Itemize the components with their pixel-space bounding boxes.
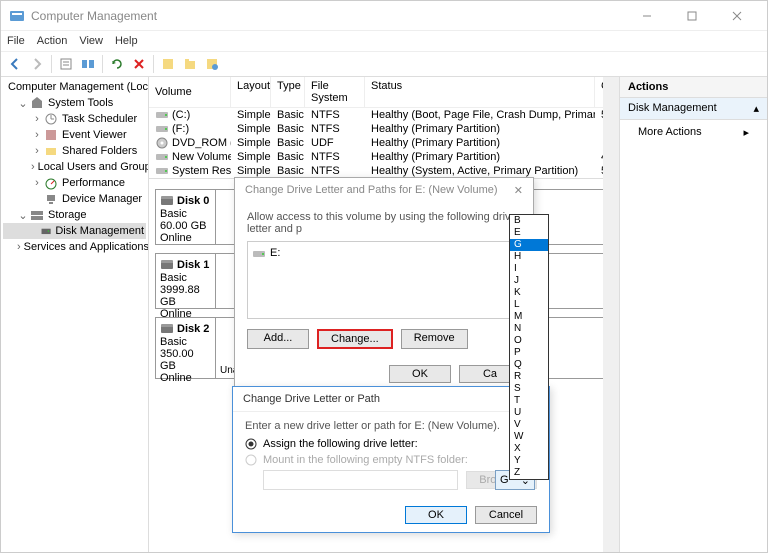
dialog2-cancel-button[interactable]: Cancel (475, 506, 537, 524)
dropdown-option[interactable]: N (510, 323, 548, 335)
drive-list[interactable]: E: (247, 241, 521, 319)
dropdown-option[interactable]: V (510, 419, 548, 431)
arrow-right-icon: ▸ (743, 126, 749, 139)
tree-diskmgmt[interactable]: Disk Management (3, 223, 146, 239)
disk-badge-icon (160, 194, 174, 208)
collapse-icon: ▴ (753, 102, 759, 115)
menu-help[interactable]: Help (115, 35, 138, 47)
dropdown-option[interactable]: Q (510, 359, 548, 371)
dropdown-option[interactable]: R (510, 371, 548, 383)
maximize-button[interactable] (669, 2, 714, 30)
dropdown-option[interactable]: P (510, 347, 548, 359)
actions-more[interactable]: More Actions▸ (620, 120, 767, 145)
forward-button[interactable] (27, 54, 47, 74)
actions-pane: Actions Disk Management▴ More Actions▸ (619, 77, 767, 552)
tree-storage[interactable]: ⌄Storage (3, 207, 146, 223)
back-button[interactable] (5, 54, 25, 74)
dropdown-option[interactable]: B (510, 215, 548, 227)
radio-unchecked-icon (245, 454, 257, 466)
volume-table: Volume Layout Type File System Status C … (149, 77, 619, 179)
volume-row[interactable]: New Volume (E:)SimpleBasicNTFSHealthy (P… (149, 150, 619, 164)
minimize-button[interactable] (624, 2, 669, 30)
scrollbar[interactable] (603, 77, 619, 552)
change-paths-dialog: Change Drive Letter and Paths for E: (Ne… (234, 177, 534, 392)
radio-mount-folder[interactable]: Mount in the following empty NTFS folder… (245, 454, 537, 466)
col-type[interactable]: Type (271, 77, 305, 107)
tree-users[interactable]: ›Local Users and Groups (3, 159, 146, 175)
dialog1-title: Change Drive Letter and Paths for E: (Ne… (235, 178, 533, 203)
titlebar: Computer Management (1, 1, 767, 31)
dropdown-option[interactable]: W (510, 431, 548, 443)
dialog1-text: Allow access to this volume by using the… (247, 211, 521, 235)
actions-header: Actions (620, 77, 767, 98)
delete-icon[interactable] (129, 54, 149, 74)
dropdown-option[interactable]: G (510, 239, 548, 251)
show-hide-icon[interactable] (78, 54, 98, 74)
dialog1-ok-button[interactable]: OK (389, 365, 451, 383)
dropdown-option[interactable]: J (510, 275, 548, 287)
volume-header: Volume Layout Type File System Status C (149, 77, 619, 108)
close-button[interactable] (714, 2, 759, 30)
volume-row[interactable]: DVD_ROM (D:)SimpleBasicUDFHealthy (Prima… (149, 136, 619, 150)
dialog2-ok-button[interactable]: OK (405, 506, 467, 524)
tree-task[interactable]: ›Task Scheduler (3, 111, 146, 127)
dropdown-option[interactable]: E (510, 227, 548, 239)
radio-assign-letter[interactable]: Assign the following drive letter: (245, 438, 537, 450)
dropdown-option[interactable]: Y (510, 455, 548, 467)
tool-icon-3[interactable] (202, 54, 222, 74)
col-filesystem[interactable]: File System (305, 77, 365, 107)
dropdown-option[interactable]: I (510, 263, 548, 275)
dropdown-option[interactable]: T (510, 395, 548, 407)
tool-icon-1[interactable] (158, 54, 178, 74)
dropdown-option[interactable]: M (510, 311, 548, 323)
menu-action[interactable]: Action (37, 35, 68, 47)
dropdown-option[interactable]: K (510, 287, 548, 299)
volume-row[interactable]: System ReservedSimpleBasicNTFSHealthy (S… (149, 164, 619, 178)
window-title: Computer Management (31, 9, 624, 23)
dialog1-close-icon[interactable]: ✕ (514, 184, 523, 197)
drive-icon (252, 246, 266, 260)
dropdown-option[interactable]: L (510, 299, 548, 311)
tree-services[interactable]: ›Services and Applications (3, 239, 146, 255)
volume-row[interactable]: (F:)SimpleBasicNTFSHealthy (Primary Part… (149, 122, 619, 136)
col-volume[interactable]: Volume (149, 77, 231, 107)
change-button[interactable]: Change... (317, 329, 393, 349)
change-letter-dialog: Change Drive Letter or Path Enter a new … (232, 386, 550, 533)
refresh-icon[interactable] (107, 54, 127, 74)
app-icon (9, 8, 25, 24)
menu-file[interactable]: File (7, 35, 25, 47)
disk-badge-icon (160, 322, 174, 336)
remove-button[interactable]: Remove (401, 329, 468, 349)
tree-perf[interactable]: ›Performance (3, 175, 146, 191)
tool-icon-2[interactable] (180, 54, 200, 74)
menu-view[interactable]: View (79, 35, 103, 47)
col-status[interactable]: Status (365, 77, 595, 107)
menubar: File Action View Help (1, 31, 767, 51)
tree-event[interactable]: ›Event Viewer (3, 127, 146, 143)
tree-devmgr[interactable]: Device Manager (3, 191, 146, 207)
folder-input (263, 470, 458, 490)
dropdown-option[interactable]: O (510, 335, 548, 347)
drive-letter-dropdown[interactable]: BEGHIJKLMNOPQRSTUVWXYZ (509, 214, 549, 480)
dropdown-option[interactable]: X (510, 443, 548, 455)
col-layout[interactable]: Layout (231, 77, 271, 107)
navigation-tree[interactable]: Computer Management (Local ⌄System Tools… (1, 77, 149, 552)
dialog2-title: Change Drive Letter or Path (233, 387, 549, 412)
volume-row[interactable]: (C:)SimpleBasicNTFSHealthy (Boot, Page F… (149, 108, 619, 122)
tree-root[interactable]: Computer Management (Local (3, 79, 146, 95)
drive-list-item[interactable]: E: (252, 246, 516, 260)
radio-checked-icon (245, 438, 257, 450)
dropdown-option[interactable]: H (510, 251, 548, 263)
properties-icon[interactable] (56, 54, 76, 74)
add-button[interactable]: Add... (247, 329, 309, 349)
dropdown-option[interactable]: U (510, 407, 548, 419)
disk-badge-icon (160, 258, 174, 272)
actions-section[interactable]: Disk Management▴ (620, 98, 767, 120)
tree-systools[interactable]: ⌄System Tools (3, 95, 146, 111)
dropdown-option[interactable]: S (510, 383, 548, 395)
dropdown-option[interactable]: Z (510, 467, 548, 479)
dialog2-text: Enter a new drive letter or path for E: … (245, 420, 537, 432)
toolbar (1, 51, 767, 77)
tree-shared[interactable]: ›Shared Folders (3, 143, 146, 159)
